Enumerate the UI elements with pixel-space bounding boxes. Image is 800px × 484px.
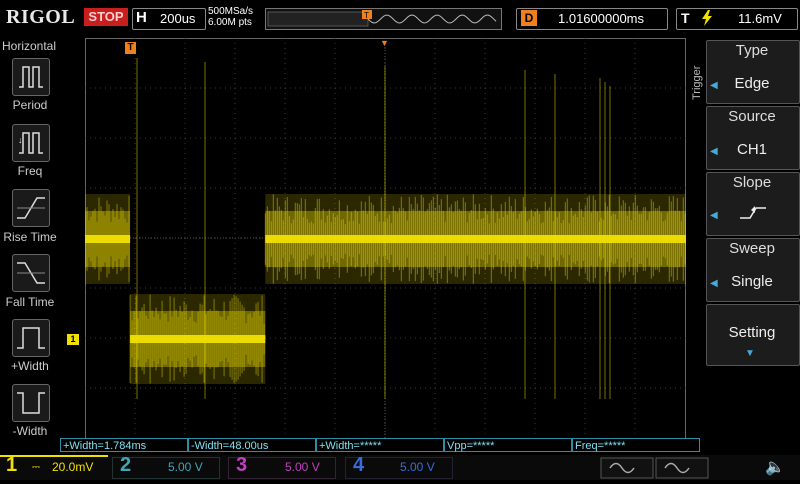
- speaker-muted-icon[interactable]: 🔈: [765, 457, 785, 477]
- trigger-key: T: [681, 10, 690, 26]
- svg-text:↓: ↓: [18, 135, 23, 145]
- positive-width-label: +Width: [11, 359, 49, 373]
- channel1-scale: 20.0mV: [52, 460, 94, 474]
- trigger-sweep-label: Sweep: [729, 240, 775, 257]
- type-arrow-icon: ◀: [710, 80, 718, 91]
- left-menu-title: Horizontal: [2, 39, 57, 53]
- freq-icon[interactable]: ↓: [12, 124, 50, 162]
- waveform-core-trace: [130, 335, 266, 343]
- channel4-number: 4: [353, 454, 365, 476]
- channel1-number: 1: [6, 454, 18, 476]
- trigger-menu-title: Trigger: [691, 65, 703, 100]
- setting-down-arrow-icon: ▼: [745, 348, 755, 359]
- dc-coupling-icon: ⎓: [32, 462, 40, 473]
- period-icon[interactable]: [12, 58, 50, 96]
- slope-arrow-icon: ◀: [710, 210, 718, 221]
- period-label: Period: [12, 98, 48, 112]
- memory-trigger-label: T: [364, 11, 369, 20]
- negative-width-icon[interactable]: [12, 384, 50, 422]
- memory-overview[interactable]: T: [265, 8, 502, 30]
- fall-time-label: Fall Time: [5, 295, 55, 309]
- trigger-source-value: CH1: [736, 141, 767, 158]
- trigger-type-label: Type: [735, 42, 769, 59]
- measurement-vpp[interactable]: Vpp=*****: [444, 438, 572, 452]
- waveform-core-trace: [265, 235, 686, 243]
- source-arrow-icon: ◀: [710, 146, 718, 157]
- trigger-source-label: Source: [728, 108, 776, 125]
- trigger-sweep-value: Single: [731, 273, 773, 290]
- measurement-negative-width[interactable]: -Width=48.00us: [188, 438, 316, 452]
- channel1-offset-marker[interactable]: 1: [67, 334, 79, 345]
- trigger-slope-label: Slope: [732, 174, 772, 191]
- memory-depth: 6.00M pts: [208, 17, 252, 28]
- sample-rate: 500MSa/s: [208, 6, 254, 17]
- waveform-display[interactable]: [85, 38, 686, 439]
- freq-label: Freq: [17, 164, 43, 178]
- rising-edge-icon: [738, 204, 768, 225]
- rise-time-label: Rise Time: [3, 230, 57, 244]
- channel3-scale: 5.00 V: [285, 460, 320, 474]
- memory-waveform-preview: T: [267, 10, 497, 27]
- function-generator-icons[interactable]: [600, 457, 710, 479]
- trigger-level-value: 11.6mV: [738, 11, 782, 26]
- rise-time-icon[interactable]: [12, 189, 50, 227]
- trigger-type-value: Edge: [734, 75, 770, 92]
- negative-width-label: -Width: [12, 424, 48, 438]
- lightning-icon: [700, 9, 714, 27]
- rigol-logo: RIGOL: [6, 6, 76, 28]
- center-marker-icon: ▼: [380, 38, 389, 48]
- measurement-freq[interactable]: Freq=*****: [572, 438, 700, 452]
- measurement-positive-width-1[interactable]: +Width=1.784ms: [60, 438, 188, 452]
- waveform-core-trace: [85, 235, 131, 243]
- sweep-arrow-icon: ◀: [710, 278, 718, 289]
- channel2-number: 2: [120, 454, 132, 476]
- trigger-position-marker[interactable]: T: [125, 42, 136, 54]
- channel3-number: 3: [236, 454, 248, 476]
- delay-value: 1.01600000ms: [558, 11, 645, 26]
- acquisition-info: 500MSa/s 6.00M pts: [208, 6, 253, 28]
- delay-key: D: [521, 10, 537, 26]
- positive-width-icon[interactable]: [12, 319, 50, 357]
- timebase-key: H: [136, 9, 147, 26]
- timebase-value: 200us: [160, 11, 196, 26]
- channel4-scale: 5.00 V: [400, 460, 435, 474]
- run-stop-badge[interactable]: STOP: [84, 8, 128, 26]
- trigger-setting-label: Setting: [728, 324, 776, 341]
- channel2-scale: 5.00 V: [168, 460, 203, 474]
- fall-time-icon[interactable]: [12, 254, 50, 292]
- measurement-positive-width-2[interactable]: +Width=*****: [316, 438, 444, 452]
